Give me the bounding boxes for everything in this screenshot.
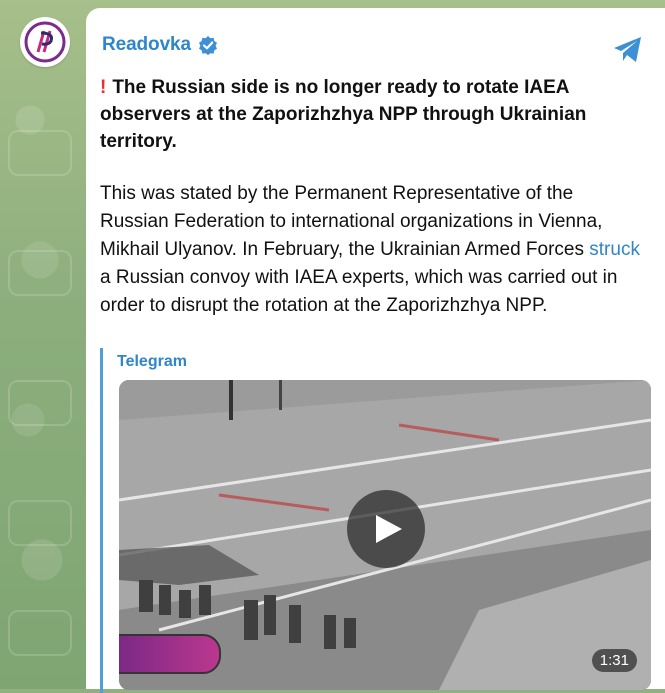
readovka-watermark-logo: [119, 634, 221, 674]
channel-logo-icon: [24, 21, 66, 63]
wallpaper-doodle: [8, 250, 72, 296]
preview-source-name: Telegram: [117, 353, 187, 370]
play-button[interactable]: [347, 490, 425, 568]
verified-badge-icon: [198, 36, 217, 55]
message-header: Readovka: [102, 34, 218, 56]
wallpaper-doodle: [8, 500, 72, 546]
red-exclamation-icon: !: [100, 77, 107, 98]
struck-link[interactable]: struck: [589, 239, 640, 260]
post-body: This was stated by the Permanent Represe…: [100, 180, 640, 320]
play-icon: [376, 515, 402, 543]
wallpaper-doodle: [8, 380, 72, 426]
channel-avatar[interactable]: [20, 17, 70, 67]
video-preview[interactable]: 1:31: [119, 380, 651, 690]
post-headline: ! The Russian side is no longer ready to …: [100, 74, 630, 155]
body-text-part-2: a Russian convoy with IAEA experts, whic…: [100, 267, 618, 316]
headline-text: The Russian side is no longer ready to r…: [100, 77, 587, 152]
video-duration-badge: 1:31: [591, 649, 637, 672]
link-preview-card[interactable]: Telegram 1:31: [100, 348, 651, 693]
channel-name-link[interactable]: Readovka: [102, 34, 191, 56]
message-bubble: Readovka ! The Russian side is no longer …: [86, 8, 665, 693]
body-text-part-1: This was stated by the Permanent Represe…: [100, 183, 603, 260]
wallpaper-doodle: [8, 130, 72, 176]
wallpaper-doodle: [8, 610, 72, 656]
telegram-share-icon[interactable]: [613, 36, 643, 64]
